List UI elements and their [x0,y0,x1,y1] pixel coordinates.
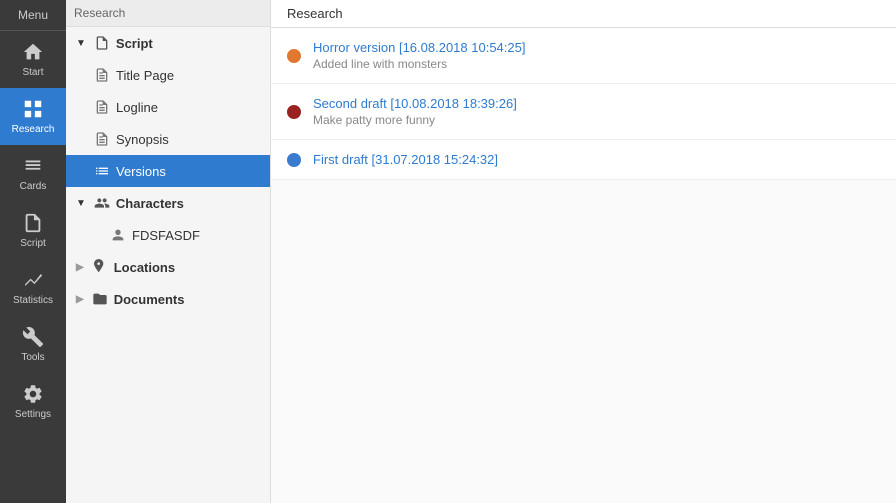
tree-item-synopsis-label: Synopsis [116,132,169,147]
chevron-down-icon: ▼ [76,38,86,49]
chevron-right-icon-docs: ▶ [76,294,84,305]
characters-icon [94,195,110,211]
chevron-down-icon-chars: ▼ [76,198,86,209]
tree-item-synopsis[interactable]: Synopsis [66,123,270,155]
sidebar-item-start[interactable]: Start [0,31,66,88]
tree-item-title-page-label: Title Page [116,68,174,83]
version-dot [287,49,301,63]
tree-item-versions-label: Versions [116,164,166,179]
sidebar-item-tools-label: Tools [21,352,44,363]
tree-section-characters[interactable]: ▼ Characters [66,187,270,219]
version-item[interactable]: First draft [31.07.2018 15:24:32] [271,140,896,180]
version-subtitle: Make patty more funny [313,113,880,127]
tree-section-script[interactable]: ▼ Script [66,27,270,59]
sidebar-item-script[interactable]: Script [0,202,66,259]
sidebar-item-settings-label: Settings [15,409,51,420]
sidebar-item-statistics[interactable]: Statistics [0,259,66,316]
tree-item-versions[interactable]: Versions [66,155,270,187]
tree-sidebar: Research ▼ Script Title Page Logline Syn… [66,0,271,503]
tree-item-fdsfasdf-label: FDSFASDF [132,228,200,243]
person-icon [110,227,126,243]
sidebar-item-script-label: Script [20,238,46,249]
tree-item-title-page[interactable]: Title Page [66,59,270,91]
locations-icon [92,259,108,275]
logline-icon [94,99,110,115]
settings-icon [22,383,44,405]
tree-section-documents-label: Documents [114,292,185,307]
tree-item-logline[interactable]: Logline [66,91,270,123]
version-title[interactable]: Horror version [16.08.2018 10:54:25] [313,40,880,55]
content-header-label: Research [287,6,343,21]
sidebar-item-cards[interactable]: Cards [0,145,66,202]
tree-header: Research [66,0,270,27]
sidebar-item-start-label: Start [22,67,43,78]
sidebar-item-research[interactable]: Research [0,88,66,145]
documents-icon [92,291,108,307]
main-content: Research Horror version [16.08.2018 10:5… [271,0,896,503]
sidebar-item-settings[interactable]: Settings [0,373,66,430]
cards-icon [22,155,44,177]
research-icon [22,98,44,120]
version-dot [287,105,301,119]
synopsis-icon [94,131,110,147]
version-title[interactable]: First draft [31.07.2018 15:24:32] [313,152,880,167]
home-icon [22,41,44,63]
tree-section-locations-label: Locations [114,260,175,275]
chevron-right-icon-locs: ▶ [76,262,84,273]
tree-section-locations[interactable]: ▶ Locations [66,251,270,283]
version-item[interactable]: Second draft [10.08.2018 18:39:26] Make p… [271,84,896,140]
icon-sidebar: Menu Start Research Cards Script Statist… [0,0,66,503]
script-icon [22,212,44,234]
tree-section-documents[interactable]: ▶ Documents [66,283,270,315]
version-info: First draft [31.07.2018 15:24:32] [313,152,880,167]
version-item[interactable]: Horror version [16.08.2018 10:54:25] Adde… [271,28,896,84]
versions-list: Horror version [16.08.2018 10:54:25] Adde… [271,28,896,503]
script-tree-icon [94,35,110,51]
version-info: Second draft [10.08.2018 18:39:26] Make p… [313,96,880,127]
version-info: Horror version [16.08.2018 10:54:25] Adde… [313,40,880,71]
tree-item-logline-label: Logline [116,100,158,115]
versions-icon [94,163,110,179]
sidebar-item-cards-label: Cards [20,181,47,192]
sidebar-item-research-label: Research [12,124,55,135]
tools-icon [22,326,44,348]
tree-section-script-label: Script [116,36,153,51]
tree-section-characters-label: Characters [116,196,184,211]
version-title[interactable]: Second draft [10.08.2018 18:39:26] [313,96,880,111]
sidebar-item-tools[interactable]: Tools [0,316,66,373]
menu-button[interactable]: Menu [0,0,66,31]
page-icon [94,67,110,83]
content-header: Research [271,0,896,28]
menu-label: Menu [18,8,48,22]
statistics-icon [22,269,44,291]
version-subtitle: Added line with monsters [313,57,880,71]
version-dot [287,153,301,167]
tree-item-fdsfasdf[interactable]: FDSFASDF [66,219,270,251]
sidebar-item-statistics-label: Statistics [13,295,53,306]
